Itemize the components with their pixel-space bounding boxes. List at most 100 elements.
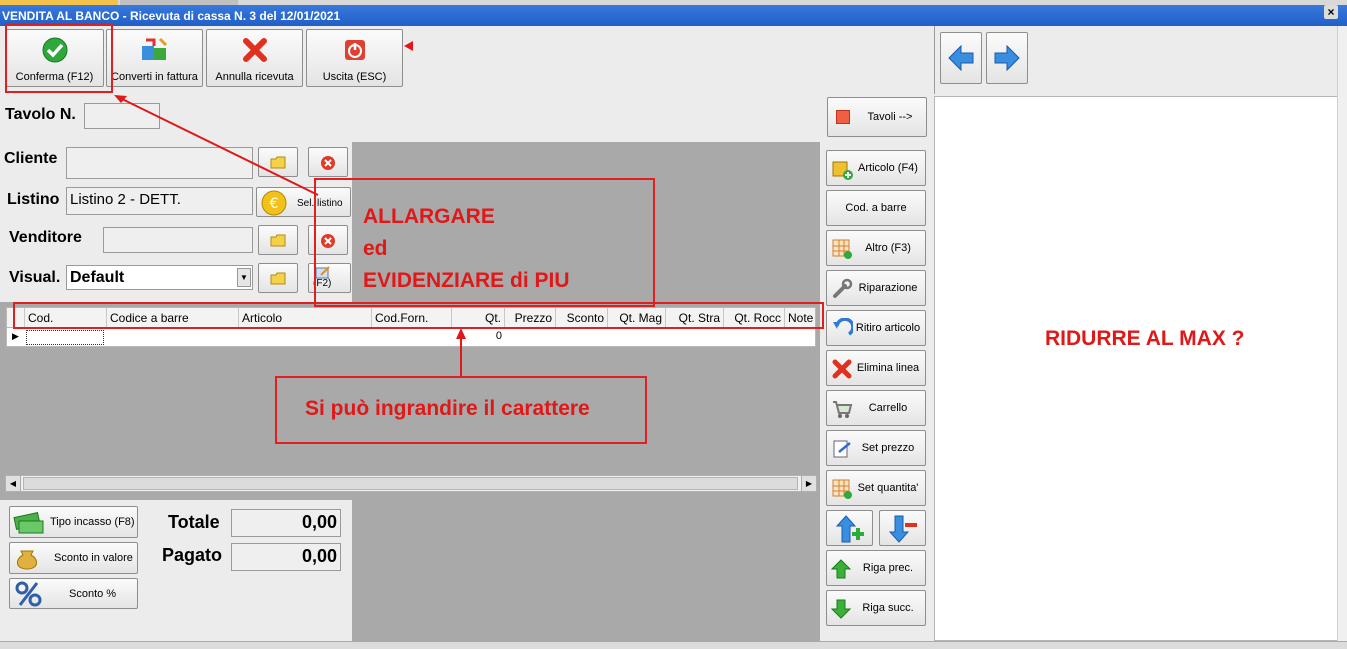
- back-button[interactable]: [940, 32, 982, 84]
- folder-icon: [270, 234, 286, 247]
- coin-icon: €: [261, 190, 287, 216]
- seller-field[interactable]: [103, 227, 253, 253]
- table-label: Tavolo N.: [5, 106, 76, 123]
- article-label: Articolo (F4): [858, 162, 918, 174]
- total-label: Totale: [168, 512, 220, 532]
- annotation-box-grid-header: [13, 302, 824, 329]
- money-bag-icon: [17, 550, 37, 570]
- scroll-left-icon[interactable]: ◀: [6, 476, 21, 491]
- cart-button[interactable]: Carrello: [826, 390, 926, 426]
- exit-label: Uscita (ESC): [322, 71, 387, 83]
- article-button[interactable]: Articolo (F4): [826, 150, 926, 186]
- repair-label: Riparazione: [858, 282, 918, 294]
- arrow-up-icon: [831, 559, 852, 579]
- set-price-label: Set prezzo: [861, 442, 915, 454]
- cancel-receipt-button[interactable]: Annulla ricevuta: [206, 29, 303, 87]
- forward-button[interactable]: [986, 32, 1028, 84]
- set-price-button[interactable]: Set prezzo: [826, 430, 926, 466]
- annotation-enlarge-line2: ed: [363, 237, 388, 260]
- convert-invoice-button[interactable]: Converti in fattura: [106, 29, 203, 87]
- view-browse-button[interactable]: [258, 263, 298, 293]
- percent-icon: [15, 581, 42, 607]
- x-icon: [242, 38, 267, 62]
- arrow-down-icon: [831, 599, 852, 619]
- price-tag-icon: [833, 440, 851, 458]
- row-cell-cod[interactable]: [26, 330, 104, 345]
- undo-icon: [833, 318, 853, 336]
- barcode-button[interactable]: Cod. a barre: [826, 190, 926, 226]
- folder-icon: [270, 156, 286, 169]
- money-icon: [13, 512, 44, 534]
- seller-browse-button[interactable]: [258, 225, 298, 255]
- withdraw-button[interactable]: Ritiro articolo: [826, 310, 926, 346]
- paid-label: Pagato: [162, 545, 223, 565]
- total-value: 0,00: [231, 509, 341, 537]
- discount-percent-label: Sconto %: [69, 588, 117, 600]
- right-scrollbar[interactable]: [1337, 26, 1347, 641]
- delete-line-button[interactable]: Elimina linea: [826, 350, 926, 386]
- arrow-up-plus-icon: [835, 515, 864, 543]
- view-select[interactable]: Default ▼: [66, 265, 253, 290]
- payment-type-button[interactable]: Tipo incasso (F8): [9, 506, 138, 538]
- move-down-remove-button[interactable]: [879, 510, 926, 546]
- chevron-down-icon[interactable]: ▼: [237, 268, 251, 287]
- customer-clear-button[interactable]: [308, 147, 348, 177]
- exit-button[interactable]: Uscita (ESC): [306, 29, 403, 87]
- window-title-bar: VENDITA AL BANCO - Ricevuta di cassa N. …: [0, 0, 1347, 26]
- view-label: Visual.: [9, 269, 61, 286]
- delete-line-label: Elimina linea: [856, 362, 920, 374]
- barcode-label: Cod. a barre: [845, 202, 907, 214]
- arrow-right-icon: [994, 44, 1020, 72]
- x-icon: [832, 359, 852, 379]
- table-row[interactable]: ▶ 0: [7, 329, 815, 346]
- status-bar: [0, 641, 1347, 649]
- discount-value-label: Sconto in valore: [54, 552, 133, 564]
- folder-icon: [270, 272, 286, 285]
- scroll-right-icon[interactable]: ▶: [801, 476, 816, 491]
- close-button[interactable]: ×: [1324, 5, 1338, 19]
- annotation-font-text: Si può ingrandire il carattere: [305, 397, 590, 420]
- grid-add-icon: [832, 239, 852, 259]
- cancel-label: Annulla ricevuta: [215, 71, 294, 83]
- row-cell-qty[interactable]: 0: [452, 330, 502, 342]
- list-field[interactable]: Listino 2 - DETT.: [66, 187, 253, 215]
- set-qty-button[interactable]: Set quantita': [826, 470, 926, 506]
- next-row-button[interactable]: Riga succ.: [826, 590, 926, 626]
- move-up-add-button[interactable]: [826, 510, 873, 546]
- power-icon: [344, 40, 365, 60]
- other-button[interactable]: Altro (F3): [826, 230, 926, 266]
- table-square-icon: [836, 110, 850, 124]
- customer-field[interactable]: [66, 147, 253, 179]
- tables-button[interactable]: Tavoli -->: [827, 97, 927, 137]
- right-toolbar: [934, 26, 1347, 94]
- paid-value: 0,00: [231, 543, 341, 571]
- table-field[interactable]: [84, 103, 160, 129]
- convert-label: Converti in fattura: [111, 71, 198, 83]
- annotation-reduce-text: RIDURRE AL MAX ?: [1045, 327, 1245, 350]
- arrow-down-minus-icon: [888, 515, 917, 543]
- cart-label: Carrello: [868, 402, 908, 414]
- horizontal-scrollbar[interactable]: ◀ ▶: [5, 475, 817, 492]
- annotation-enlarge-text: ALLARGARE ed EVIDENZIARE di PIU: [363, 201, 570, 297]
- wrench-icon: [833, 278, 853, 298]
- arrow-left-icon: [948, 44, 974, 72]
- svg-text:€: €: [270, 196, 279, 212]
- discount-value-button[interactable]: Sconto in valore: [9, 542, 138, 574]
- previous-row-button[interactable]: Riga prec.: [826, 550, 926, 586]
- discount-percent-button[interactable]: Sconto %: [9, 578, 138, 609]
- tables-button-label: Tavoli -->: [867, 111, 913, 123]
- annotation-box-confirm: [5, 23, 113, 93]
- box-add-icon: [832, 161, 853, 180]
- convert-icon: [141, 37, 167, 60]
- previous-row-label: Riga prec.: [862, 562, 914, 574]
- annotation-enlarge-line3: EVIDENZIARE di PIU: [363, 269, 570, 292]
- set-qty-label: Set quantita': [857, 482, 919, 494]
- other-label: Altro (F3): [865, 242, 911, 254]
- next-row-label: Riga succ.: [862, 602, 914, 614]
- scroll-thumb[interactable]: [23, 477, 798, 490]
- customer-browse-button[interactable]: [258, 147, 298, 177]
- view-select-value: Default: [70, 269, 125, 286]
- repair-button[interactable]: Riparazione: [826, 270, 926, 306]
- payment-type-label: Tipo incasso (F8): [50, 516, 135, 528]
- seller-label: Venditore: [9, 229, 82, 246]
